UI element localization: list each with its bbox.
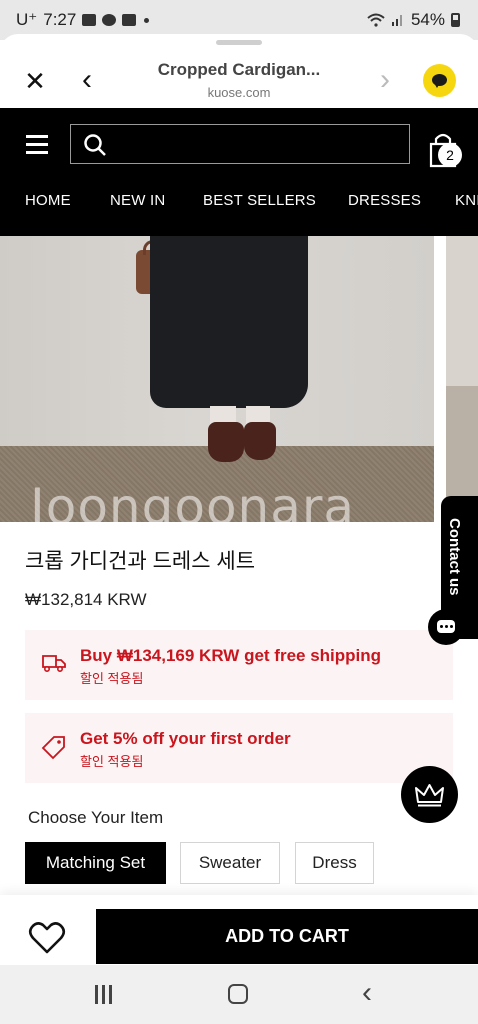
heart-icon[interactable]: [28, 920, 66, 956]
option-matching-set[interactable]: Matching Set: [25, 842, 166, 884]
image-shoe-right: [244, 422, 276, 460]
app-root: U⁺ 7:27 54% ✕ ‹ Cropped Cardigan... kuos…: [0, 0, 478, 1024]
carrier-label: U⁺: [16, 10, 38, 29]
contact-us-label: Contact us: [446, 518, 463, 596]
rewards-crown-button[interactable]: [401, 766, 458, 823]
promo-sub-text: 할인 적용됨: [80, 671, 144, 686]
gallery-notification-icon: [82, 14, 97, 26]
browser-header: ✕ ‹ Cropped Cardigan... kuose.com ›: [0, 34, 478, 108]
chat-bubble-shape: [437, 620, 455, 633]
option-dress[interactable]: Dress: [295, 842, 374, 884]
close-icon[interactable]: ✕: [22, 68, 48, 94]
signal-icon: [391, 15, 402, 26]
site-header: HOME NEW IN BEST SELLERS DRESSES KNI: [0, 108, 478, 236]
chevron-right-icon[interactable]: ›: [372, 65, 398, 95]
nav-knit[interactable]: KNI: [455, 192, 478, 209]
add-to-cart-button[interactable]: ADD TO CART: [96, 909, 478, 964]
kakaotalk-chat-icon[interactable]: [423, 64, 456, 97]
promo-main-text: Buy ₩134,169 KRW get free shipping: [80, 646, 382, 665]
nav-new-in[interactable]: NEW IN: [110, 192, 165, 209]
search-icon: [84, 134, 106, 156]
promo-sub-text: 할인 적용됨: [80, 754, 144, 769]
next-product-image[interactable]: [446, 236, 478, 522]
back-icon[interactable]: ‹: [362, 978, 382, 1008]
choose-item-label: Choose Your Item: [28, 808, 164, 827]
chat-bubble-tail: [434, 83, 440, 88]
category-nav: HOME NEW IN BEST SELLERS DRESSES KNI: [0, 192, 478, 222]
price-tag-icon: [41, 736, 65, 760]
chat-bubble-icon[interactable]: [428, 609, 464, 645]
recent-apps-icon[interactable]: [93, 985, 115, 1005]
image-watermark: Joongoonara: [30, 478, 356, 522]
hamburger-menu-icon[interactable]: [26, 135, 48, 154]
more-notifications-icon: [144, 17, 150, 23]
app-notification-icon: [122, 14, 137, 26]
drag-handle[interactable]: [216, 40, 262, 45]
nav-home[interactable]: HOME: [25, 192, 71, 209]
delivery-truck-icon: [42, 655, 66, 673]
image-dress: [150, 236, 308, 408]
wifi-icon: [367, 13, 385, 27]
product-price: ₩132,814 KRW: [25, 590, 147, 609]
free-shipping-promo: Buy ₩134,169 KRW get free shipping 할인 적용…: [25, 630, 453, 700]
page-title: Cropped Cardigan...: [157, 60, 321, 79]
status-left: U⁺ 7:27: [16, 10, 150, 30]
product-image[interactable]: Joongoonara: [0, 236, 434, 522]
contact-us-label-wrap: Contact us: [441, 496, 478, 614]
nav-best-sellers[interactable]: BEST SELLERS: [203, 192, 316, 209]
page-url: kuose.com: [207, 85, 271, 100]
nav-dresses[interactable]: DRESSES: [348, 192, 421, 209]
option-sweater[interactable]: Sweater: [180, 842, 280, 884]
image-shoe-left: [208, 422, 244, 462]
battery-percent: 54%: [410, 10, 445, 29]
status-right: 54%: [367, 10, 460, 30]
search-input[interactable]: [70, 124, 410, 164]
first-order-promo: Get 5% off your first order 할인 적용됨: [25, 713, 453, 783]
product-title: 크롭 가디건과 드레스 세트: [25, 550, 256, 573]
chevron-left-icon[interactable]: ‹: [74, 65, 100, 95]
cart-count-badge: 2: [438, 143, 462, 167]
system-navigation-bar: ‹: [0, 965, 478, 1024]
talk-notification-icon: [102, 14, 117, 26]
crown-icon: [415, 784, 444, 807]
promo-main-text: Get 5% off your first order: [80, 729, 291, 748]
clock: 7:27: [43, 10, 77, 29]
home-icon[interactable]: [228, 984, 248, 1004]
battery-icon: [451, 13, 460, 27]
